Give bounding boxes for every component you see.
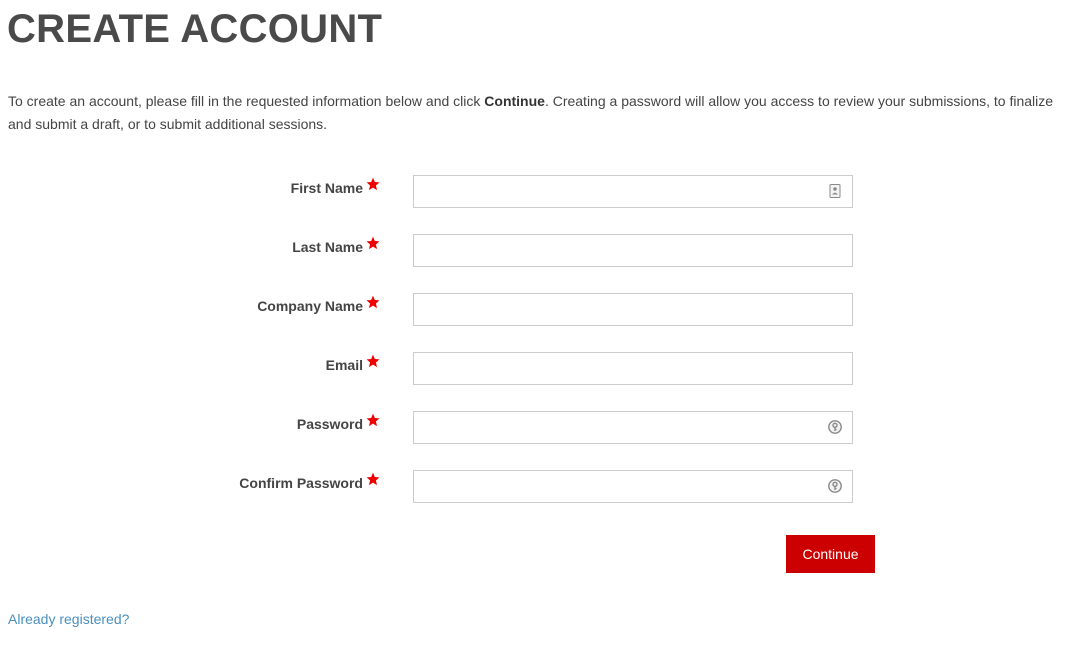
first-name-input[interactable]	[413, 175, 853, 208]
required-star-icon	[366, 472, 380, 486]
email-label: Email	[325, 357, 363, 373]
page-title: CREATE ACCOUNT	[7, 7, 383, 51]
continue-button[interactable]: Continue	[786, 535, 875, 573]
required-star-icon	[366, 177, 380, 191]
contact-card-icon[interactable]	[827, 183, 843, 199]
required-star-icon	[366, 295, 380, 309]
first-name-label: First Name	[290, 180, 363, 196]
confirm-password-input[interactable]	[413, 470, 853, 503]
already-registered-link[interactable]: Already registered?	[8, 611, 129, 627]
password-label: Password	[296, 416, 363, 432]
form-row-last-name: Last Name	[0, 234, 900, 268]
required-star-icon	[366, 413, 380, 427]
last-name-input[interactable]	[413, 234, 853, 267]
company-name-input[interactable]	[413, 293, 853, 326]
form-row-company-name: Company Name	[0, 293, 900, 327]
email-input[interactable]	[413, 352, 853, 385]
confirm-password-label: Confirm Password	[239, 475, 363, 491]
company-name-label: Company Name	[257, 298, 363, 314]
form-row-confirm-password: Confirm Password	[0, 470, 900, 504]
password-key-icon[interactable]	[827, 478, 843, 494]
create-account-page: CREATE ACCOUNT To create an account, ple…	[0, 0, 1087, 645]
form-row-password: Password	[0, 411, 900, 445]
intro-text-start: To create an account, please fill in the…	[8, 93, 485, 109]
password-key-icon[interactable]	[827, 419, 843, 435]
form-row-email: Email	[0, 352, 900, 386]
password-input[interactable]	[413, 411, 853, 444]
required-star-icon	[366, 354, 380, 368]
intro-continue-emphasis: Continue	[484, 93, 545, 109]
form-row-first-name: First Name	[0, 175, 900, 209]
last-name-label: Last Name	[292, 239, 363, 255]
intro-text: To create an account, please fill in the…	[8, 90, 1068, 136]
required-star-icon	[366, 236, 380, 250]
